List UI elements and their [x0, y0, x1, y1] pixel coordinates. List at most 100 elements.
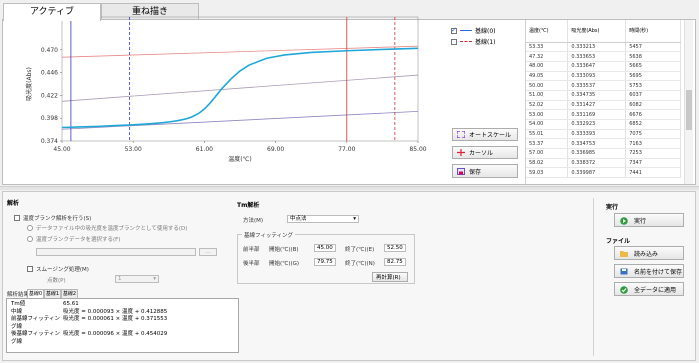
table-cell: 0.336985: [567, 148, 627, 159]
save-as-label: 名前を付けて保存: [634, 268, 683, 276]
table-row[interactable]: 53.00 0.331169 6676: [526, 109, 681, 120]
auto-scale-label: オートスケール: [469, 132, 512, 139]
table-cell: 6037: [625, 90, 681, 101]
table-cell: 7075: [625, 129, 681, 140]
table-row[interactable]: 57.00 0.336985 7253: [526, 148, 681, 159]
column-header-time[interactable]: 時間(秒): [625, 20, 681, 43]
smoothing-points-value: 1: [118, 276, 122, 282]
cursor-button[interactable]: カーソル: [452, 146, 518, 159]
tab-active[interactable]: アクティブ: [3, 3, 101, 21]
table-cell: 0.331427: [567, 100, 627, 111]
table-cell: 54.00: [526, 119, 569, 130]
table-cell: 0.332923: [567, 119, 627, 130]
smoothing-checkbox[interactable]: [27, 266, 33, 272]
table-cell: 0.333393: [567, 129, 627, 140]
legend-label-1: 基線(1): [475, 39, 496, 46]
table-cell: 0.333213: [567, 42, 627, 53]
upper-end-input[interactable]: 82.75: [384, 258, 406, 266]
upper-end-label: 終了(℃)(N): [345, 261, 375, 267]
blank-source-file-label: データファイル中の吸光度を温度ブランクとして使用する(D): [36, 226, 188, 232]
table-cell: 7163: [625, 138, 681, 150]
save-as-button[interactable]: 名前を付けて保存: [614, 264, 684, 278]
table-cell: 52.02: [526, 100, 569, 111]
blank-source-file-radio[interactable]: [27, 225, 33, 231]
result-line: Tm値 65.61: [11, 301, 234, 309]
temperature-blank-checkbox[interactable]: [14, 215, 20, 221]
table-cell: 0.339987: [567, 167, 627, 179]
result-tab-baseline-1[interactable]: 基線1: [44, 289, 61, 298]
table-row[interactable]: 58.02 0.338372 7347: [526, 158, 681, 169]
auto-scale-icon: [456, 130, 466, 139]
table-cell: 53.33: [526, 42, 569, 53]
blank-file-input[interactable]: [36, 248, 196, 256]
result-line: 後基線フィッティング線 吸光度 = 0.000096 × 温度 + 0.45402…: [11, 331, 234, 346]
table-cell: 51.00: [526, 90, 569, 101]
table-cell: 50.00: [526, 80, 569, 91]
legend-item-baseline-0[interactable]: 基線(0): [451, 25, 521, 36]
table-row[interactable]: 53.33 0.333213 5457: [526, 42, 681, 53]
table-row[interactable]: 49.05 0.333093 5695: [526, 71, 681, 82]
smoothing-points-label: 点数(P): [47, 278, 66, 284]
result-key: Tm値: [11, 301, 26, 307]
table-row[interactable]: 47.32 0.333653 5638: [526, 51, 681, 62]
table-row[interactable]: 54.00 0.332923 6852: [526, 119, 681, 130]
chevron-down-icon: ▾: [353, 216, 356, 222]
smoothing-points-select[interactable]: 1 ▾: [115, 275, 159, 283]
panel-splitter[interactable]: [0, 186, 699, 190]
table-cell: 0.333537: [567, 80, 627, 91]
apply-all-label: 全データに適用: [634, 286, 677, 294]
x-tick-label: 61.00: [196, 146, 213, 153]
save-graph-button[interactable]: 保存: [452, 164, 518, 178]
absorbance-chart[interactable]: 0.374 0.398 0.422 0.446 0.470 45.00 53.00 61.00…: [0, 0, 525, 186]
upper-start-input[interactable]: 79.75: [314, 258, 336, 266]
table-row[interactable]: 52.02 0.331427 6082: [526, 100, 681, 111]
y-axis-label: 吸光度(Abs): [25, 67, 33, 101]
table-cell: 7441: [625, 167, 681, 179]
table-row[interactable]: 53.37 0.334753 7163: [526, 138, 681, 150]
load-button[interactable]: 読み込み: [614, 246, 684, 260]
save-graph-label: 保存: [469, 168, 482, 176]
tm-method-select[interactable]: 中点法 ▾: [287, 215, 359, 223]
result-key: 後基線フィッティング線: [11, 331, 61, 345]
tm-method-label: 方法(M): [243, 218, 264, 224]
table-cell: 6082: [625, 100, 681, 111]
table-cell: 5695: [625, 71, 681, 82]
table-cell: 0.334735: [567, 90, 627, 101]
result-tab-baseline-0[interactable]: 基線0: [27, 289, 44, 298]
table-cell: 53.37: [526, 138, 569, 150]
table-row[interactable]: 50.00 0.333537 5753: [526, 80, 681, 91]
check-icon: [620, 285, 628, 294]
legend-item-baseline-1[interactable]: 基線(1): [451, 36, 521, 47]
auto-scale-button[interactable]: オートスケール: [452, 128, 518, 141]
apply-all-button[interactable]: 全データに適用: [614, 282, 684, 296]
column-header-absorbance[interactable]: 吸光度(Abs): [567, 20, 627, 43]
cursor-icon: [457, 149, 465, 156]
legend-checkbox-0[interactable]: [451, 26, 457, 34]
result-value: 吸光度 = 0.000093 × 温度 + 0.412885: [63, 308, 168, 315]
table-body: 53.33 0.333213 5457 47.32 0.333653 5638 48.00 0…: [526, 42, 681, 179]
data-table-container[interactable]: 温度(℃) 吸光度(Abs) 時間(秒) 53.33 0.333213 5457 47…: [525, 20, 693, 184]
load-label: 読み込み: [634, 250, 659, 258]
blank-select-radio[interactable]: [27, 236, 33, 242]
table-row[interactable]: 55.01 0.333393 7075: [526, 129, 681, 140]
table-row[interactable]: 59.03 0.339987 7441: [526, 167, 681, 179]
table-row[interactable]: 48.00 0.333647 5665: [526, 61, 681, 72]
lower-end-input[interactable]: 52.50: [384, 244, 406, 252]
table-cell: 0.333653: [567, 51, 627, 62]
blank-browse-button[interactable]: ...: [199, 248, 217, 256]
lower-start-input[interactable]: 45.00: [314, 244, 336, 252]
save-icon: [620, 268, 628, 275]
column-header-temperature[interactable]: 温度(℃): [526, 20, 569, 43]
run-button[interactable]: 実行: [614, 213, 684, 227]
table-cell: 5457: [625, 42, 681, 53]
table-cell: 48.00: [526, 61, 569, 72]
table-row[interactable]: 51.00 0.334735 6037: [526, 90, 681, 101]
table-scroll-thumb[interactable]: [686, 90, 692, 130]
lower-baseline-label: 前半部: [243, 247, 260, 253]
table-scrollbar[interactable]: [684, 20, 693, 184]
y-tick-label: 0.470: [41, 47, 58, 54]
recalculate-button[interactable]: 再計算(R): [372, 272, 408, 282]
legend-checkbox-1[interactable]: [451, 38, 457, 45]
table-cell: 59.03: [526, 167, 569, 179]
result-tab-baseline-2[interactable]: 基線2: [61, 289, 78, 298]
